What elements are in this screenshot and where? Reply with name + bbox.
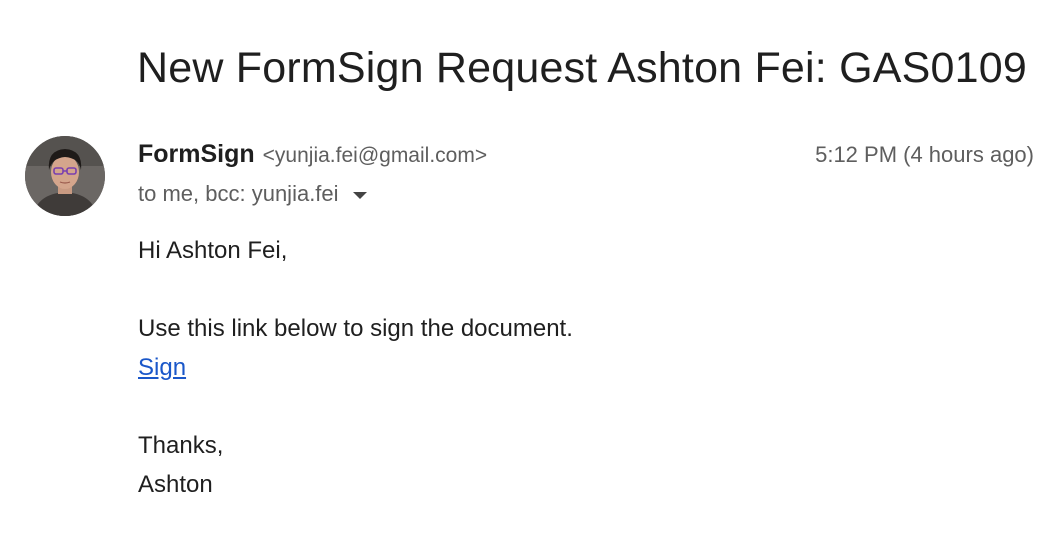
recipients-text: to me, bcc: yunjia.fei xyxy=(138,181,339,206)
chevron-down-icon[interactable] xyxy=(352,192,367,199)
email-timestamp: 5:12 PM (4 hours ago) xyxy=(815,142,1034,167)
avatar-photo-icon xyxy=(25,136,105,216)
body-signature: Ashton xyxy=(138,471,213,498)
email-subject: New FormSign Request Ashton Fei: GAS0109 xyxy=(137,44,1027,92)
body-instruction: Use this link below to sign the document… xyxy=(138,315,573,342)
body-closing: Thanks, xyxy=(138,432,224,459)
recipients-line: to me, bcc: yunjia.fei xyxy=(138,181,367,207)
body-greeting: Hi Ashton Fei, xyxy=(138,237,288,264)
sender-email: <yunjia.fei@gmail.com> xyxy=(262,144,488,167)
sender-name[interactable]: FormSign xyxy=(138,140,255,169)
sign-link[interactable]: Sign xyxy=(138,354,186,381)
sender-line: FormSign <yunjia.fei@gmail.com> xyxy=(138,140,487,170)
sender-avatar[interactable] xyxy=(25,136,105,216)
